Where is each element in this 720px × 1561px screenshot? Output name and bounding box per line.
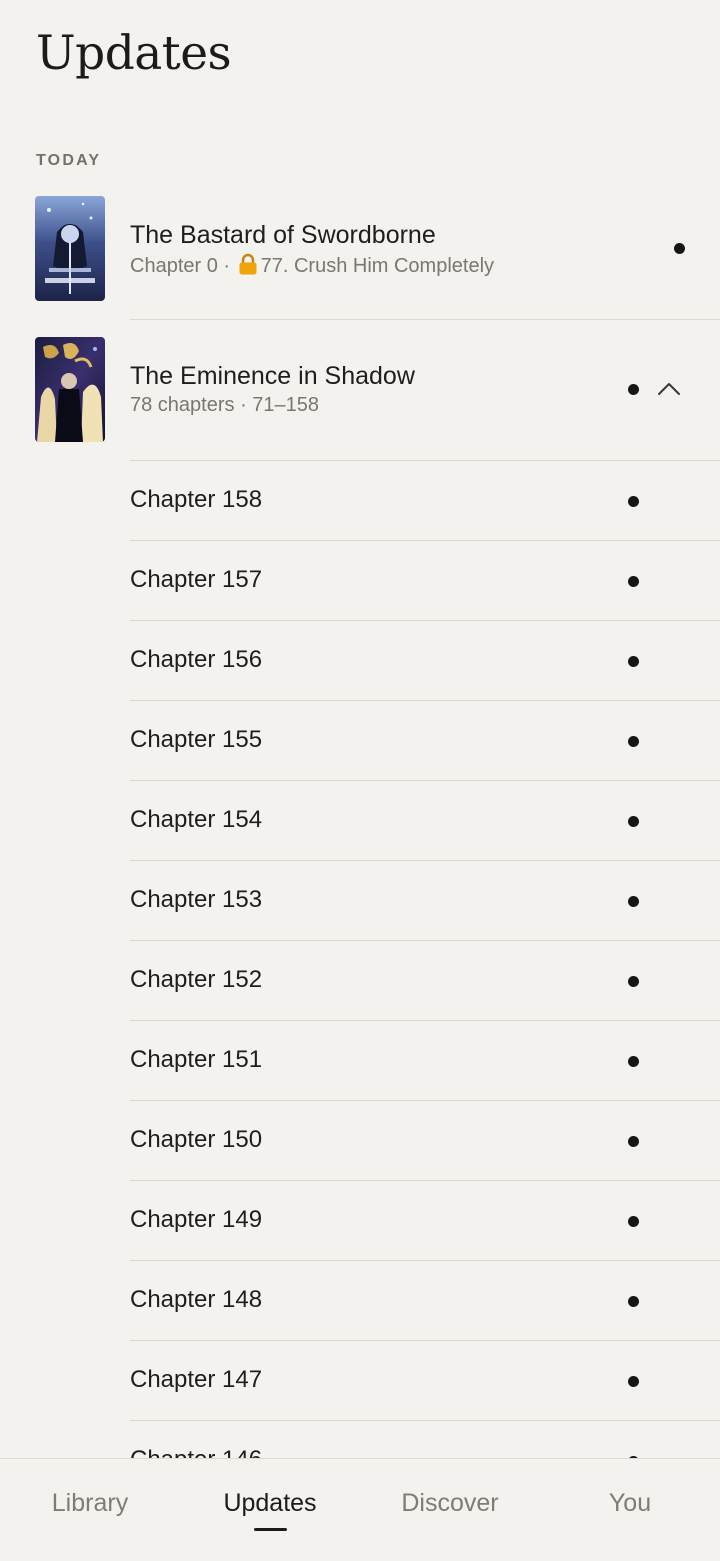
page-title: Updates (36, 26, 232, 81)
series-subtitle: 78 chapters · 71–158 (130, 394, 320, 416)
chapter-row[interactable]: Chapter 153 (0, 861, 720, 941)
chevron-up-icon[interactable] (654, 377, 684, 401)
unread-dot (628, 1216, 639, 1227)
series-title: The Bastard of Swordborne (130, 221, 436, 249)
chapter-row[interactable]: Chapter 152 (0, 941, 720, 1021)
chapter-row[interactable]: Chapter 158 (0, 461, 720, 541)
updates-screen: Updates TODAY The Bastard of Swordborne … (0, 0, 720, 1561)
unread-dot (628, 1136, 639, 1147)
unread-dot (628, 496, 639, 507)
unread-dot (628, 576, 639, 587)
chapter-label: Chapter 149 (130, 1206, 263, 1233)
unread-dot (628, 976, 639, 987)
section-label-today: TODAY (36, 152, 102, 169)
unread-dot (628, 656, 639, 667)
chapter-row[interactable]: Chapter 148 (0, 1261, 720, 1341)
bottom-nav: Library Updates Discover You (0, 1458, 720, 1561)
unread-dot (628, 736, 639, 747)
series-subtitle-latest: 77. Crush Him Completely (260, 255, 495, 277)
chapter-label: Chapter 158 (130, 486, 263, 513)
unread-dot (628, 384, 639, 395)
chapter-row[interactable]: Chapter 157 (0, 541, 720, 621)
chapter-label: Chapter 157 (130, 566, 263, 593)
chapter-row[interactable]: Chapter 155 (0, 701, 720, 781)
series-title: The Eminence in Shadow (130, 362, 415, 390)
chapter-label: Chapter 147 (130, 1366, 263, 1393)
divider (130, 319, 720, 320)
lock-icon (238, 253, 258, 275)
chapter-label: Chapter 148 (130, 1286, 263, 1313)
nav-item-updates[interactable]: Updates (180, 1489, 360, 1518)
chapter-row[interactable]: Chapter 151 (0, 1021, 720, 1101)
chapter-label: Chapter 155 (130, 726, 263, 753)
unread-dot (628, 1296, 639, 1307)
chapter-label: Chapter 156 (130, 646, 263, 673)
chapter-label: Chapter 150 (130, 1126, 263, 1153)
chapter-label: Chapter 152 (130, 966, 263, 993)
series-row-bastard-of-swordborne[interactable]: The Bastard of Swordborne Chapter 0 · 77… (0, 196, 720, 320)
unread-dot (628, 1056, 639, 1067)
unread-dot (628, 1376, 639, 1387)
series-subtitle-prefix: Chapter 0 · (130, 255, 236, 277)
chapter-label: Chapter 153 (130, 886, 263, 913)
unread-dot (628, 896, 639, 907)
series-cover-image (35, 337, 105, 442)
unread-dot (674, 243, 685, 254)
nav-item-you[interactable]: You (540, 1489, 720, 1518)
series-cover-image (35, 196, 105, 301)
series-row-eminence-in-shadow[interactable]: The Eminence in Shadow 78 chapters · 71–… (0, 337, 720, 461)
chapter-row[interactable]: Chapter 156 (0, 621, 720, 701)
series-subtitle: Chapter 0 · 77. Crush Him Completely (130, 253, 494, 278)
chapter-row[interactable]: Chapter 149 (0, 1181, 720, 1261)
chapter-row[interactable]: Chapter 147 (0, 1341, 720, 1421)
chapter-row[interactable]: Chapter 154 (0, 781, 720, 861)
unread-dot (628, 816, 639, 827)
active-tab-indicator (254, 1528, 287, 1531)
chapter-row[interactable]: Chapter 150 (0, 1101, 720, 1181)
nav-item-discover[interactable]: Discover (360, 1489, 540, 1518)
nav-item-library[interactable]: Library (0, 1489, 180, 1518)
chapter-label: Chapter 151 (130, 1046, 263, 1073)
chapter-label: Chapter 154 (130, 806, 263, 833)
